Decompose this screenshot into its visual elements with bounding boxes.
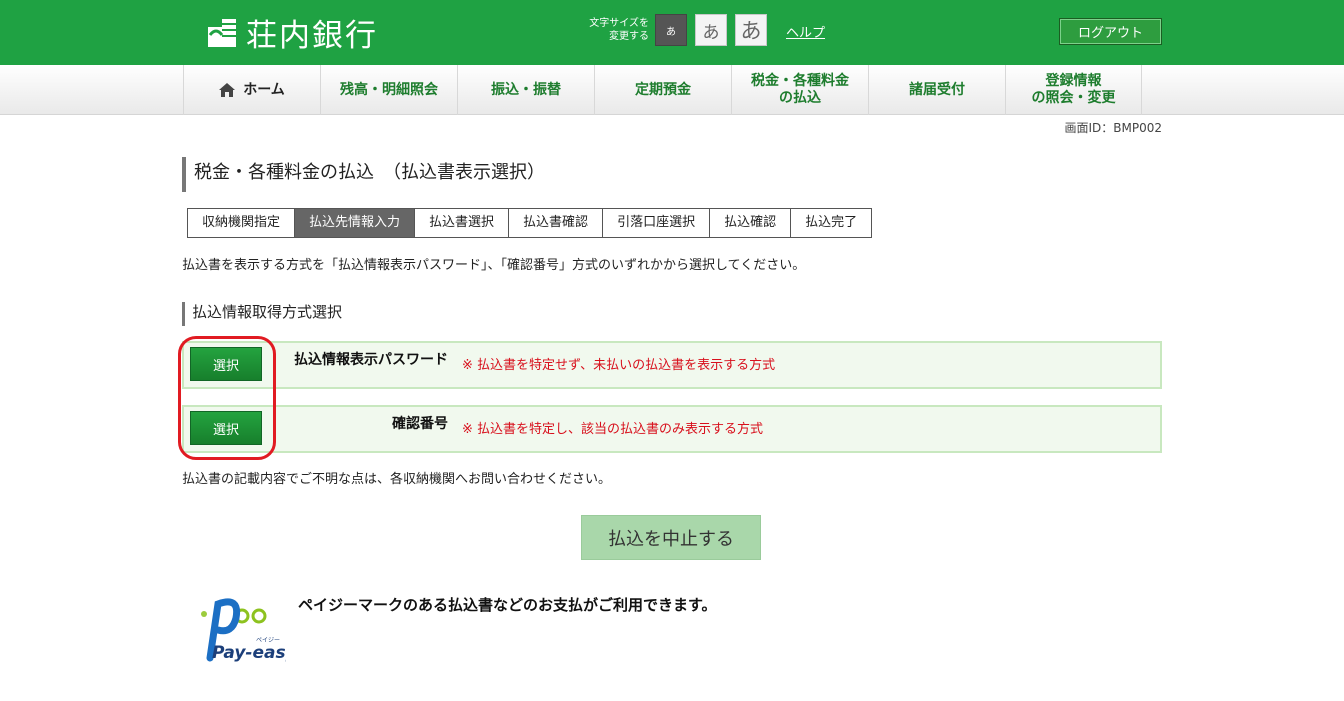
nav-item-transfer[interactable]: 振込・振替 <box>457 65 594 115</box>
option-row-confirmation-number: 選択 確認番号 ※ 払込書を特定し、該当の払込書のみ表示する方式 <box>182 405 1162 453</box>
nav-item-balance[interactable]: 残高・明細照会 <box>320 65 457 115</box>
select-password-button[interactable]: 選択 <box>190 347 262 381</box>
home-icon <box>219 83 236 97</box>
step-2-current: 払込先情報入力 <box>295 209 416 237</box>
bank-logo[interactable]: 荘内銀行 <box>206 11 378 54</box>
font-size-medium-button[interactable]: あ <box>695 14 727 46</box>
step-indicator: 収納機関指定 払込先情報入力 払込書選択 払込書確認 引落口座選択 払込確認 払… <box>187 208 873 238</box>
step-3: 払込書選択 <box>415 209 510 237</box>
step-1: 収納機関指定 <box>188 209 296 237</box>
step-7: 払込完了 <box>791 209 872 237</box>
font-size-label: 文字サイズを 変更する <box>589 18 649 42</box>
select-confirmation-number-button[interactable]: 選択 <box>190 411 262 445</box>
font-size-small-button[interactable]: あ <box>655 14 687 46</box>
section-title: 払込情報取得方式選択 <box>182 302 342 326</box>
header-bar: 荘内銀行 文字サイズを 変更する あ あ あ ヘルプ ログアウト <box>0 0 1344 65</box>
nav-item-home[interactable]: ホーム <box>183 65 320 115</box>
font-size-large-button[interactable]: あ <box>735 14 767 46</box>
option-label-confirmation-number: 確認番号 <box>392 416 448 432</box>
payeasy-logo: ペイジー Pay-easy <box>201 598 286 662</box>
step-5: 引落口座選択 <box>603 209 711 237</box>
step-6: 払込確認 <box>710 209 792 237</box>
nav-item-time-deposit[interactable]: 定期預金 <box>594 65 731 115</box>
instruction-text: 払込書を表示する方式を「払込情報表示パスワード」、「確認番号」方式のいずれかから… <box>182 258 806 273</box>
screen-id: 画面ID：BMP002 <box>1064 121 1162 135</box>
notice-text: 払込書の記載内容でご不明な点は、各収納機関へお問い合わせください。 <box>182 472 612 487</box>
logout-button[interactable]: ログアウト <box>1059 18 1162 45</box>
bank-logo-icon <box>208 19 236 47</box>
cancel-payment-button[interactable]: 払込を中止する <box>581 515 761 560</box>
help-link[interactable]: ヘルプ <box>786 22 825 41</box>
step-4: 払込書確認 <box>509 209 604 237</box>
svg-text:Pay-easy: Pay-easy <box>212 643 286 662</box>
nav-item-tax-payment[interactable]: 税金・各種料金 の払込 <box>731 65 868 115</box>
option-note-confirmation-number: ※ 払込書を特定し、該当の払込書のみ表示する方式 <box>462 422 764 437</box>
option-label-password: 払込情報表示パスワード <box>294 352 448 368</box>
page-title: 税金・各種料金の払込 （払込書表示選択） <box>182 157 545 192</box>
option-note-password: ※ 払込書を特定せず、未払いの払込書を表示する方式 <box>462 358 776 373</box>
option-row-password: 選択 払込情報表示パスワード ※ 払込書を特定せず、未払いの払込書を表示する方式 <box>182 341 1162 389</box>
nav-item-registration[interactable]: 登録情報 の照会・変更 <box>1005 65 1142 115</box>
payeasy-message: ペイジーマークのある払込書などのお支払がご利用できます。 <box>298 596 717 614</box>
main-nav: ホーム 残高・明細照会 振込・振替 定期預金 税金・各種料金 の払込 諸届受付 登… <box>0 65 1344 115</box>
bank-name: 荘内銀行 <box>246 17 378 54</box>
nav-item-notifications[interactable]: 諸届受付 <box>868 65 1005 115</box>
